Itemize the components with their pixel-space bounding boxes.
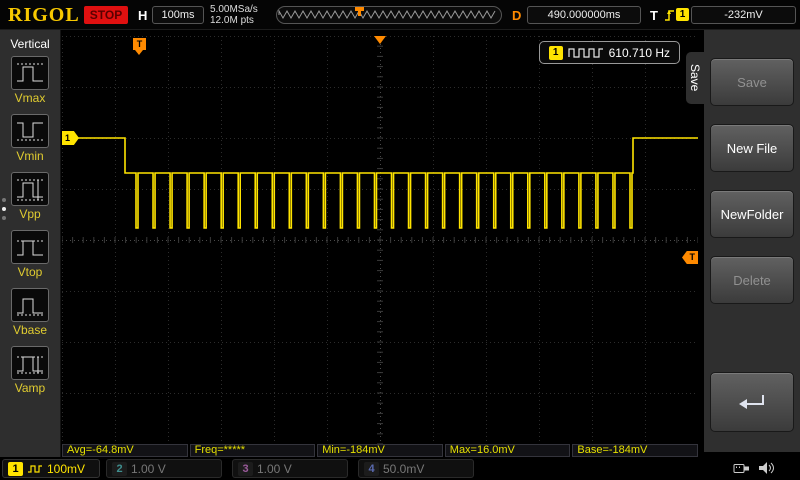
page-dot	[2, 207, 6, 211]
channel4-status[interactable]: 4 50.0mV	[358, 459, 474, 478]
strip-waveform-icon	[277, 7, 501, 23]
waveform-display: 1 T T 1 610.710 Hz	[62, 36, 698, 444]
save-button[interactable]: Save	[710, 58, 794, 106]
channel1-scale: 100mV	[47, 462, 85, 476]
trigger-label: T	[650, 8, 658, 23]
sidebar-item-vbase[interactable]: Vbase	[11, 288, 49, 337]
brand-logo: RIGOL	[8, 4, 80, 27]
measurement-max: Max=16.0mV	[445, 444, 571, 457]
sidebar-item-label: Vamp	[15, 381, 45, 395]
pulse-train-icon	[568, 47, 604, 59]
measurement-min: Min=-184mV	[317, 444, 443, 457]
delay-position-icon[interactable]	[374, 36, 386, 44]
measure-sidebar: Vertical Vmax Vmin Vpp	[0, 30, 61, 457]
vpp-icon	[11, 172, 49, 206]
sidebar-item-label: Vmin	[16, 149, 43, 163]
memory-depth: 12.0M pts	[210, 15, 258, 26]
new-file-button[interactable]: New File	[710, 124, 794, 172]
usb-icon	[733, 461, 751, 476]
horizontal-label: H	[138, 8, 147, 23]
sidebar-title: Vertical	[0, 30, 60, 52]
page-dot	[2, 216, 6, 220]
channel2-status[interactable]: 2 1.00 V	[106, 459, 222, 478]
measurement-freq: Freq=*****	[190, 444, 316, 457]
sidebar-item-vmax[interactable]: Vmax	[11, 56, 49, 105]
sample-rate: 5.00MSa/s	[210, 4, 258, 15]
menu-title-tab: Save	[686, 52, 704, 104]
channel3-scale: 1.00 V	[257, 462, 292, 476]
sidebar-item-label: Vmax	[15, 91, 46, 105]
new-folder-button[interactable]: NewFolder	[710, 190, 794, 238]
return-arrow-icon	[737, 392, 767, 412]
trigger-level-readout: -232mV	[691, 6, 796, 24]
channel4-scale: 50.0mV	[383, 462, 424, 476]
top-status-bar: RIGOL STOP H 100ms 5.00MSa/s 12.0M pts D…	[0, 0, 800, 30]
sidebar-items: Vmax Vmin Vpp Vtop	[0, 56, 60, 395]
sidebar-item-label: Vtop	[18, 265, 43, 279]
strip-trigger-marker	[355, 7, 364, 11]
channel4-badge: 4	[364, 462, 379, 476]
sidebar-item-vpp[interactable]: Vpp	[11, 172, 49, 221]
measurement-results-bar: Avg=-64.8mV Freq=***** Min=-184mV Max=16…	[62, 444, 698, 457]
delete-button[interactable]: Delete	[710, 256, 794, 304]
vamp-icon	[11, 346, 49, 380]
measurement-base: Base=-184mV	[572, 444, 698, 457]
run-status-badge[interactable]: STOP	[84, 6, 128, 24]
vmin-icon	[11, 114, 49, 148]
trigger-position-marker[interactable]: T	[133, 38, 146, 50]
channel3-status[interactable]: 3 1.00 V	[232, 459, 348, 478]
oscilloscope-screen: RIGOL STOP H 100ms 5.00MSa/s 12.0M pts D…	[0, 0, 800, 480]
channel1-status[interactable]: 1 100mV	[2, 459, 100, 478]
vtop-icon	[11, 230, 49, 264]
sidebar-item-vamp[interactable]: Vamp	[11, 346, 49, 395]
channel-status-bar: 1 100mV 2 1.00 V 3 1.00 V 4 50.0mV	[0, 458, 800, 480]
channel1-badge: 1	[8, 462, 23, 476]
channel2-scale: 1.00 V	[131, 462, 166, 476]
speaker-icon[interactable]	[758, 461, 774, 476]
delay-readout: 490.000000ms	[527, 6, 641, 24]
sample-rate-readout: 5.00MSa/s 12.0M pts	[210, 4, 258, 26]
timebase-readout: 100ms	[152, 6, 204, 24]
frequency-counter-value: 610.710 Hz	[609, 46, 670, 60]
channel1-coupling-icon	[27, 464, 43, 474]
vbase-icon	[11, 288, 49, 322]
channel3-badge: 3	[238, 462, 253, 476]
frequency-counter-channel-badge: 1	[549, 46, 563, 60]
horizontal-position-strip[interactable]	[276, 6, 502, 24]
sidebar-item-label: Vbase	[13, 323, 47, 337]
enter-button[interactable]	[710, 372, 794, 432]
page-dot	[2, 198, 6, 202]
channel2-badge: 2	[112, 462, 127, 476]
rising-edge-icon	[663, 7, 675, 23]
delay-label: D	[512, 8, 521, 23]
sidebar-item-label: Vpp	[19, 207, 40, 221]
frequency-counter: 1 610.710 Hz	[539, 41, 680, 64]
sidebar-item-vtop[interactable]: Vtop	[11, 230, 49, 279]
channel1-trace	[62, 36, 698, 444]
trigger-source-badge: 1	[676, 8, 689, 21]
page-indicator	[2, 198, 6, 220]
sidebar-item-vmin[interactable]: Vmin	[11, 114, 49, 163]
measurement-avg: Avg=-64.8mV	[62, 444, 188, 457]
vmax-icon	[11, 56, 49, 90]
